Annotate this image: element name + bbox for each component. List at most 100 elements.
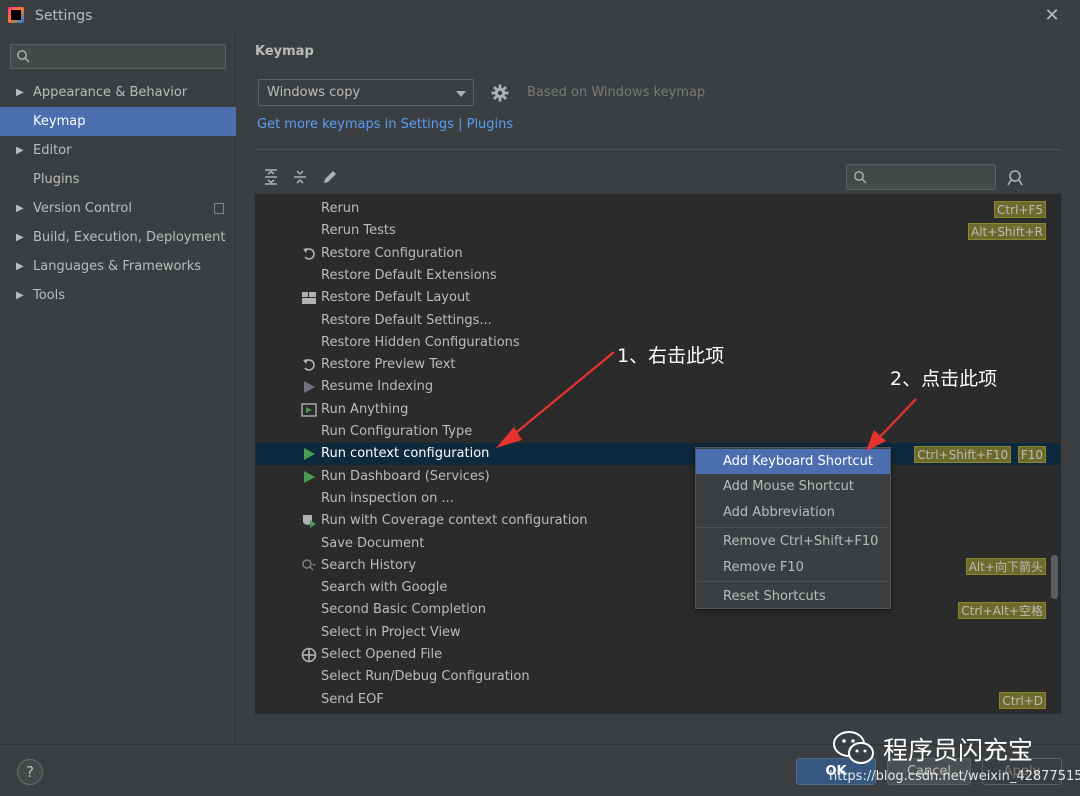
- action-label: Second Basic Completion: [321, 602, 486, 618]
- action-row[interactable]: Restore Default Layout: [256, 287, 1060, 309]
- action-row[interactable]: Run Configuration Type: [256, 421, 1060, 443]
- menu-item-remove-f10[interactable]: Remove F10: [696, 555, 890, 580]
- find-by-shortcut-icon[interactable]: [1005, 168, 1025, 188]
- menu-item-reset-shortcuts[interactable]: Reset Shortcuts: [696, 584, 890, 609]
- sidebar-item-version-control[interactable]: ▶ Version Control: [0, 194, 236, 223]
- sidebar-item-languages[interactable]: ▶ Languages & Frameworks: [0, 252, 236, 281]
- action-label: Restore Default Layout: [321, 290, 471, 306]
- action-label: Run inspection on ...: [321, 490, 454, 506]
- action-label: Rerun: [321, 201, 360, 216]
- action-search-input[interactable]: [846, 164, 996, 190]
- keymap-select[interactable]: Windows copy: [258, 79, 474, 106]
- action-label: Select Opened File: [321, 647, 443, 662]
- shortcut-badge: Alt+向下箭头: [965, 557, 1046, 575]
- annotation-step-1: 1、右击此项: [617, 345, 725, 367]
- collapse-all-icon[interactable]: [291, 168, 309, 186]
- action-label: Rerun Tests: [321, 223, 396, 239]
- settings-sidebar: ▶ Appearance & Behavior Keymap ▶ Editor …: [0, 32, 236, 744]
- edit-pencil-icon[interactable]: [321, 168, 339, 186]
- window-title: Settings: [35, 8, 93, 24]
- watermark-url: https://blog.csdn.net/weixin_42877515: [829, 769, 1080, 784]
- action-row[interactable]: Send EOF Ctrl+D: [256, 689, 1060, 711]
- wechat-logo-icon: [833, 731, 874, 764]
- help-button[interactable]: ?: [17, 759, 43, 785]
- action-row[interactable]: Run with Coverage context configuration: [256, 510, 1060, 532]
- action-tree[interactable]: Rerun Ctrl+F5 Rerun Tests Alt+Shift+R Restor…: [255, 194, 1061, 714]
- action-label: Restore Default Settings...: [321, 312, 492, 328]
- shortcut-badge: Ctrl+D: [999, 691, 1046, 709]
- action-row[interactable]: Rerun Tests Alt+Shift+R: [256, 220, 1060, 242]
- play-gray-icon: [301, 379, 317, 395]
- sidebar-item-editor[interactable]: ▶ Editor: [0, 136, 236, 165]
- sidebar-item-appearance[interactable]: ▶ Appearance & Behavior: [0, 78, 236, 107]
- shortcut-badge: Ctrl+Alt+空格: [958, 602, 1046, 620]
- action-row[interactable]: Select in Project View: [256, 622, 1060, 644]
- sidebar-item-build[interactable]: ▶ Build, Execution, Deployment: [0, 223, 236, 252]
- action-label: Run Anything: [321, 401, 409, 417]
- search-icon: [854, 171, 867, 184]
- action-row[interactable]: Restore Default Settings...: [256, 310, 1060, 332]
- layout-icon: [301, 290, 317, 306]
- crosshair-icon: [301, 647, 317, 663]
- action-row[interactable]: Search History Alt+向下箭头: [256, 555, 1060, 577]
- title-bar: Settings ✕: [0, 0, 1080, 32]
- menu-item-add-mouse-shortcut[interactable]: Add Mouse Shortcut: [696, 474, 890, 499]
- action-label: Restore Hidden Configurations: [321, 334, 520, 350]
- undo-icon: [301, 357, 317, 373]
- menu-item-add-keyboard-shortcut[interactable]: Add Keyboard Shortcut: [696, 449, 890, 474]
- divider: [255, 149, 1061, 150]
- action-row[interactable]: Select Run/Debug Configuration: [256, 666, 1060, 688]
- action-row[interactable]: Restore Default Extensions: [256, 265, 1060, 287]
- run-green-icon: [301, 469, 317, 485]
- expand-arrow-icon[interactable]: ▶: [16, 223, 24, 252]
- action-label: Run with Coverage context configuration: [321, 513, 588, 529]
- menu-item-remove-ctrl-shift-f10[interactable]: Remove Ctrl+Shift+F10: [696, 529, 890, 554]
- action-label: Resume Indexing: [321, 379, 434, 395]
- expand-arrow-icon[interactable]: ▶: [16, 281, 24, 310]
- intellij-logo-icon: [8, 7, 24, 23]
- shortcut-badge: Ctrl+F5: [994, 201, 1046, 218]
- action-row[interactable]: Run context configuration F10 Ctrl+Shift+F…: [256, 443, 1060, 466]
- action-label: Restore Configuration: [321, 245, 463, 261]
- action-row[interactable]: Run Anything: [256, 399, 1060, 421]
- action-label: Run context configuration: [321, 446, 490, 462]
- keymap-select-value: Windows copy: [267, 85, 361, 100]
- action-row[interactable]: Run Dashboard (Services): [256, 466, 1060, 488]
- action-row[interactable]: Second Basic Completion Ctrl+Alt+空格: [256, 599, 1060, 621]
- settings-search-input[interactable]: [10, 44, 226, 69]
- run-anything-icon: [301, 402, 317, 418]
- expand-arrow-icon[interactable]: ▶: [16, 194, 24, 223]
- action-label: Restore Default Extensions: [321, 267, 497, 283]
- action-label: Search History: [321, 557, 417, 573]
- action-label: Search with Google: [321, 580, 448, 596]
- action-row[interactable]: Save Document: [256, 533, 1060, 555]
- expand-arrow-icon[interactable]: ▶: [16, 252, 24, 281]
- expand-arrow-icon[interactable]: ▶: [16, 136, 24, 165]
- sidebar-item-plugins[interactable]: Plugins: [0, 165, 236, 194]
- menu-item-add-abbreviation[interactable]: Add Abbreviation: [696, 500, 890, 525]
- action-row[interactable]: Search with Google: [256, 577, 1060, 599]
- run-green-icon: [301, 446, 317, 462]
- action-label: Send EOF: [321, 691, 384, 707]
- action-row[interactable]: Rerun Ctrl+F5: [256, 198, 1060, 220]
- action-row[interactable]: Select Opened File: [256, 644, 1060, 666]
- action-row[interactable]: Restore Configuration: [256, 243, 1060, 265]
- shortcut-badge: F10: [1017, 446, 1046, 464]
- expand-arrow-icon[interactable]: ▶: [16, 78, 24, 107]
- action-row[interactable]: Run inspection on ...: [256, 488, 1060, 510]
- shortcut-badge: Ctrl+Shift+F10: [914, 446, 1012, 464]
- get-more-keymaps-link[interactable]: Get more keymaps in Settings | Plugins: [257, 117, 513, 132]
- project-settings-icon: [214, 203, 224, 214]
- sidebar-item-keymap[interactable]: Keymap: [0, 107, 236, 136]
- close-icon[interactable]: ✕: [1043, 5, 1061, 26]
- shortcut-badge: Alt+Shift+R: [968, 223, 1046, 241]
- action-label: Run Configuration Type: [321, 424, 473, 439]
- gear-icon[interactable]: [490, 83, 510, 103]
- annotation-step-2: 2、点击此项: [890, 368, 998, 390]
- sidebar-item-tools[interactable]: ▶ Tools: [0, 281, 236, 310]
- coverage-icon: [301, 513, 317, 529]
- context-menu: Add Keyboard Shortcut Add Mouse Shortcut…: [695, 447, 891, 609]
- menu-divider: [697, 581, 889, 582]
- action-label: Run Dashboard (Services): [321, 468, 490, 484]
- expand-all-icon[interactable]: [262, 168, 280, 186]
